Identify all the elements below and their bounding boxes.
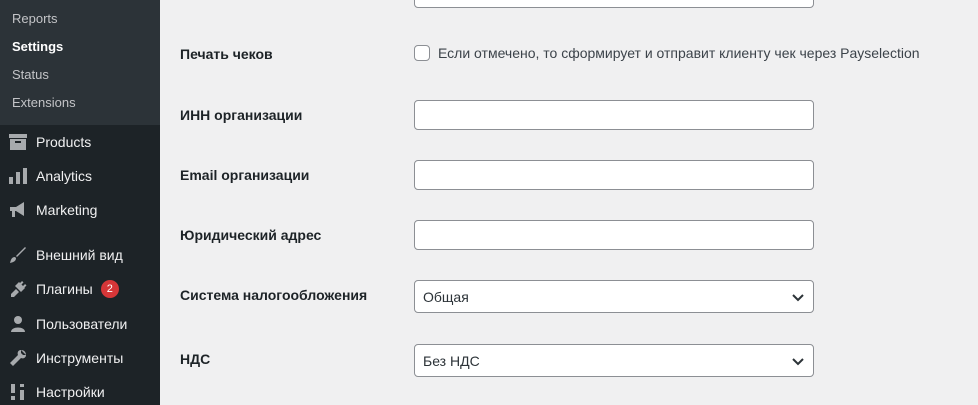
chevron-down-icon [792,358,804,366]
chevron-down-icon [792,294,804,302]
inn-label: ИНН организации [180,107,303,123]
inn-input[interactable] [414,100,814,130]
email-input[interactable] [414,160,814,190]
plugin-icon [8,279,28,299]
legal-address-label: Юридический адрес [180,227,322,243]
paintbrush-icon [8,245,28,265]
sidebar-item-products[interactable]: Products [0,125,160,159]
print-receipts-checkbox[interactable] [414,45,430,61]
submenu-item-extensions[interactable]: Extensions [12,95,76,111]
submenu-item-reports[interactable]: Reports [12,11,58,27]
sidebar-item-label: Настройки [36,384,105,400]
print-receipts-field: Если отмечено, то сформирует и отправит … [414,44,920,62]
update-count-badge: 2 [100,280,119,298]
sidebar-item-marketing[interactable]: Marketing [0,193,160,227]
sidebar-item-analytics[interactable]: Analytics [0,159,160,193]
vat-value: Без НДС [423,352,480,369]
sidebar-item-label: Products [36,134,92,150]
sidebar-item-appearance[interactable]: Внешний вид [0,238,160,272]
vat-label: НДС [180,351,211,367]
wrench-icon [8,348,28,368]
sidebar-item-label: Внешний вид [36,247,123,263]
email-label: Email организации [180,167,310,183]
previous-field-input[interactable] [414,0,814,8]
archive-icon [8,132,28,152]
sidebar-item-label: Analytics [36,168,93,184]
sidebar-item-label: Плагины [36,281,93,297]
sidebar-item-settings[interactable]: Настройки [0,375,160,405]
sidebar-item-label: Инструменты [36,350,124,366]
legal-address-input[interactable] [414,220,814,250]
megaphone-icon [8,200,28,220]
admin-sidebar: Reports Settings Status Extensions Produ… [0,0,160,405]
vat-select[interactable]: Без НДС [414,344,814,377]
sidebar-item-tools[interactable]: Инструменты [0,341,160,375]
print-receipts-label: Печать чеков [180,46,273,62]
settings-icon [8,382,28,402]
sidebar-item-users[interactable]: Пользователи [0,307,160,341]
user-icon [8,314,28,334]
print-receipts-description: Если отмечено, то сформирует и отправит … [438,45,920,61]
sidebar-item-label: Пользователи [36,316,128,332]
woocommerce-submenu: Reports Settings Status Extensions [0,0,160,125]
submenu-item-status[interactable]: Status [12,67,49,83]
sidebar-item-label: Marketing [36,202,98,218]
bar-chart-icon [8,166,28,186]
submenu-item-settings[interactable]: Settings [12,39,63,55]
tax-system-value: Общая [423,288,469,305]
sidebar-item-plugins[interactable]: Плагины 2 [0,272,160,306]
tax-system-label: Система налогообложения [180,287,368,303]
tax-system-select[interactable]: Общая [414,280,814,313]
settings-form: Печать чеков Если отмечено, то сформируе… [160,0,978,405]
